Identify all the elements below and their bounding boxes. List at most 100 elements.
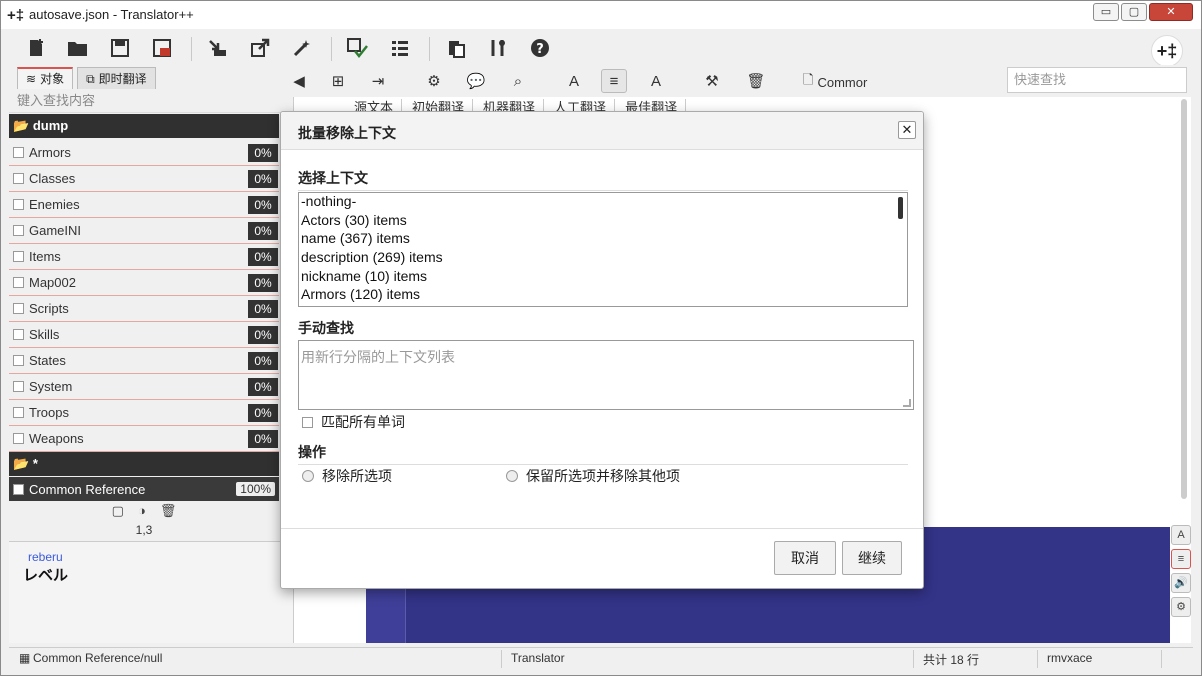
trash-icon[interactable]: 🗑 (743, 69, 769, 93)
clipboard-icon[interactable] (443, 35, 469, 61)
collapse-left-icon[interactable]: ◀ (293, 69, 305, 93)
file-row-items[interactable]: Items 0% (9, 244, 279, 270)
file-row-map002[interactable]: Map002 0% (9, 270, 279, 296)
file-row-weapons[interactable]: Weapons 0% (9, 426, 279, 452)
context-item[interactable]: name (367) items (301, 230, 410, 246)
file-checkbox[interactable] (13, 381, 24, 392)
object-search-input[interactable]: 键入查找内容 (9, 89, 293, 113)
dialog-close-button[interactable]: ✕ (898, 121, 916, 139)
file-row-armors[interactable]: Armors 0% (9, 140, 279, 166)
speaker-icon[interactable]: 🔊 (1171, 573, 1191, 593)
file-progress: 0% (248, 247, 278, 266)
file-row-troops[interactable]: Troops 0% (9, 400, 279, 426)
new-file-icon[interactable] (23, 35, 49, 61)
context-item[interactable]: description (269) items (301, 249, 443, 265)
remove-selected-radio[interactable] (302, 470, 314, 482)
tools-icon[interactable] (485, 35, 511, 61)
common-reference-progress: 100% (236, 482, 275, 496)
svg-text:?: ? (536, 42, 544, 57)
file-checkbox[interactable] (13, 433, 24, 444)
file-row-scripts[interactable]: Scripts 0% (9, 296, 279, 322)
folder-star[interactable]: 📂 * (9, 452, 279, 476)
status-path: Common Reference/null (33, 651, 163, 665)
app-logo-badge[interactable]: +‡ (1151, 35, 1183, 67)
keep-selected-radio[interactable] (506, 470, 518, 482)
listbox-scrollbar[interactable] (898, 197, 903, 219)
file-checkbox[interactable] (13, 199, 24, 210)
import-icon[interactable] (205, 35, 231, 61)
match-all-words-checkbox[interactable] (302, 416, 313, 428)
file-row-enemies[interactable]: Enemies 0% (9, 192, 279, 218)
square-icon[interactable]: ▢ (112, 503, 124, 521)
align-icon[interactable]: ≡ (601, 69, 627, 93)
file-row-system[interactable]: System 0% (9, 374, 279, 400)
open-folder-icon[interactable] (65, 35, 91, 61)
sign-in-icon[interactable]: ⇥ (365, 69, 391, 93)
save-icon[interactable] (107, 35, 133, 61)
dialog-title: 批量移除上下文 (298, 125, 396, 141)
file-checkbox[interactable] (13, 173, 24, 184)
common-reference-button[interactable]: 🗋 Commor (803, 71, 867, 93)
file-checkbox[interactable] (13, 225, 24, 236)
file-row-states[interactable]: States 0% (9, 348, 279, 374)
context-item[interactable]: nickname (10) items (301, 268, 427, 284)
file-row-gameini[interactable]: GameINI 0% (9, 218, 279, 244)
preview-text: レベル (23, 567, 69, 584)
file-checkbox[interactable] (13, 407, 24, 418)
resize-grip[interactable] (903, 399, 911, 407)
manual-context-textarea[interactable]: 用新行分隔的上下文列表 (298, 340, 914, 410)
common-reference-row[interactable]: Common Reference 100% (9, 477, 279, 501)
add-row-icon[interactable]: ⊞ (325, 69, 351, 93)
file-row-classes[interactable]: Classes 0% (9, 166, 279, 192)
keep-selected-option[interactable]: 保留所选项并移除其他项 (506, 466, 680, 486)
comment-icon[interactable]: 💬 (463, 69, 489, 93)
file-progress: 0% (248, 299, 278, 318)
context-item[interactable]: -nothing- (301, 193, 356, 209)
file-progress: 0% (248, 143, 278, 162)
file-checkbox[interactable] (13, 483, 24, 495)
tab-objects[interactable]: ≋ 对象 (17, 67, 74, 89)
font-icon[interactable]: A (1171, 525, 1191, 545)
text-underline-icon[interactable]: A (643, 69, 669, 93)
context-item[interactable]: Actors (30) items (301, 212, 407, 228)
search-icon[interactable]: ⌕ (505, 69, 531, 93)
close-window-button[interactable]: ✕ (1149, 3, 1193, 21)
list-icon[interactable] (387, 35, 413, 61)
context-item[interactable]: Armors (120) items (301, 286, 420, 302)
file-row-skills[interactable]: Skills 0% (9, 322, 279, 348)
export-icon[interactable] (247, 35, 273, 61)
broom-icon[interactable]: ⚒ (699, 69, 725, 93)
trash-icon[interactable]: 🗑 (160, 503, 177, 521)
contrast-icon[interactable]: ◑ (138, 503, 146, 521)
file-checkbox[interactable] (13, 277, 24, 288)
context-listbox[interactable]: -nothing- Actors (30) items name (367) i… (298, 192, 908, 307)
tab-instant-translation-label: 即时翻译 (98, 71, 147, 86)
file-checkbox[interactable] (13, 251, 24, 262)
quick-search-input[interactable]: 快速查找 (1007, 67, 1187, 93)
cancel-button[interactable]: 取消 (774, 541, 836, 575)
file-checkbox[interactable] (13, 303, 24, 314)
minimize-button[interactable]: ▭ (1093, 3, 1119, 21)
file-name: Armors (29, 145, 71, 160)
gear-icon[interactable]: ⚙ (421, 69, 447, 93)
file-name: Items (29, 249, 61, 264)
translate-check-icon[interactable] (345, 35, 371, 61)
file-checkbox[interactable] (13, 329, 24, 340)
maximize-button[interactable]: ▢ (1121, 3, 1147, 21)
file-checkbox[interactable] (13, 147, 24, 158)
folder-dump-label: dump (32, 118, 69, 133)
tab-instant-translation[interactable]: ⧉ 即时翻译 (77, 67, 156, 89)
font-size-icon[interactable]: A (561, 69, 587, 93)
gear-icon[interactable]: ⚙ (1171, 597, 1191, 617)
match-all-words-option[interactable]: 匹配所有单词 (302, 412, 405, 432)
folder-dump[interactable]: 📂 dump (9, 114, 279, 138)
file-checkbox[interactable] (13, 355, 24, 366)
save-as-icon[interactable] (149, 35, 175, 61)
magic-wand-icon[interactable] (289, 35, 315, 61)
align-icon[interactable]: ≡ (1171, 549, 1191, 569)
remove-selected-option[interactable]: 移除所选项 (302, 466, 392, 486)
status-row-count: 共计 18 行 (923, 653, 980, 667)
help-icon[interactable]: ? (527, 35, 553, 61)
continue-button[interactable]: 继续 (842, 541, 902, 575)
grid-scrollbar[interactable] (1181, 99, 1187, 499)
